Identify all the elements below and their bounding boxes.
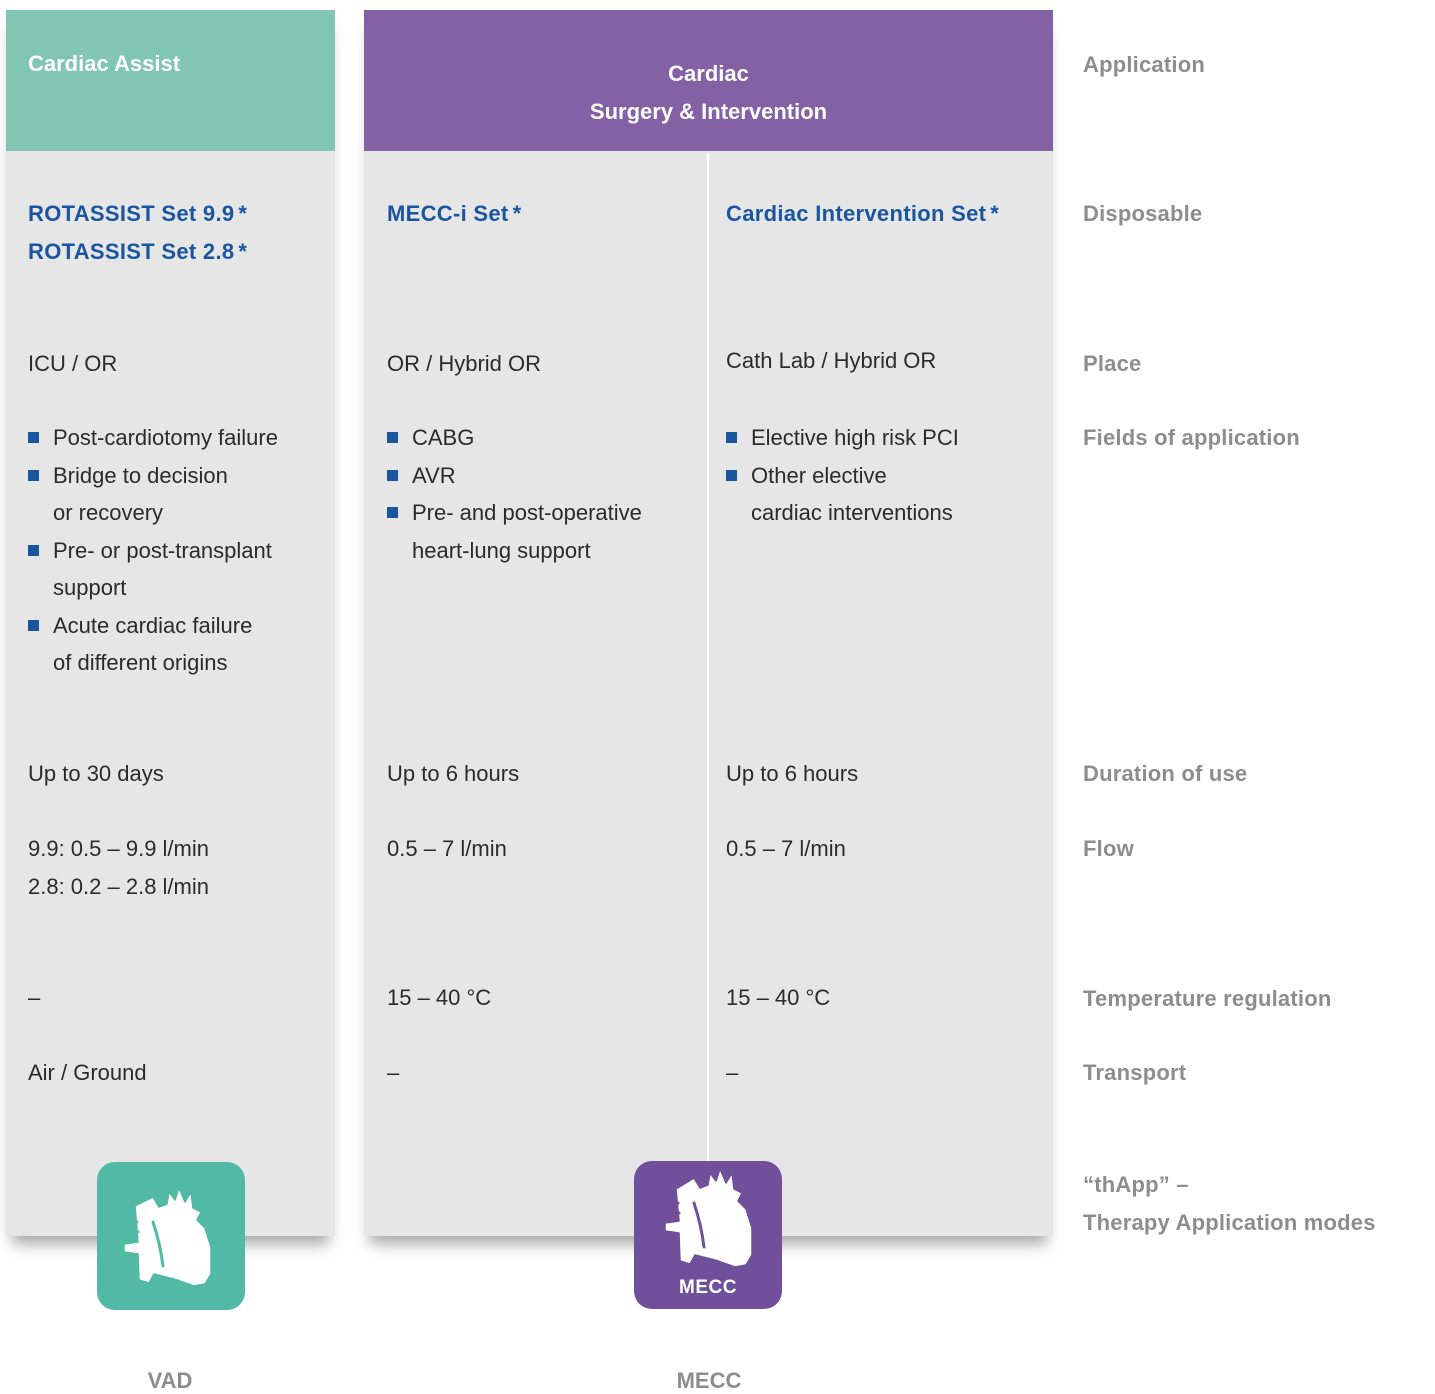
row-label-place: Place (1083, 351, 1142, 376)
list-item: Pre- and post-operative heart-lung suppor… (387, 494, 642, 569)
list-item: Bridge to decision or recovery (28, 457, 278, 532)
duration-assist: Up to 30 days (28, 761, 164, 786)
fields-assist: Post-cardiotomy failure Bridge to decisi… (28, 419, 278, 682)
row-label-temperature: Temperature regulation (1083, 986, 1332, 1011)
place-mecc-i: OR / Hybrid OR (387, 351, 542, 376)
row-label-fields: Fields of application (1083, 425, 1300, 450)
row-label-application: Application (1083, 52, 1205, 77)
column-divider (707, 153, 709, 1236)
transport-assist: Air / Ground (28, 1060, 147, 1085)
mecc-app-icon[interactable]: MECC (634, 1161, 782, 1309)
list-item: Pre- or post-transplant support (28, 532, 278, 607)
transport-mecc-i: – (387, 1060, 400, 1085)
temperature-cardiac-intervention: 15 – 40 °C (726, 985, 831, 1010)
list-item: Other elective cardiac interventions (726, 457, 959, 532)
mecc-badge-label: MECC (679, 1277, 737, 1298)
cardiac-surgery-header: Cardiac Surgery & Intervention (364, 10, 1053, 151)
cardiac-surgery-panel: Cardiac Surgery & Intervention (364, 10, 1053, 1236)
duration-cardiac-intervention: Up to 6 hours (726, 761, 859, 786)
list-item: CABG (387, 419, 642, 457)
list-item: Elective high risk PCI (726, 419, 959, 457)
temperature-mecc-i: 15 – 40 °C (387, 985, 492, 1010)
heart-icon (123, 1187, 212, 1287)
disposable-cardiac-intervention: Cardiac Intervention Set * (726, 201, 1000, 226)
flow-mecc-i: 0.5 – 7 l/min (387, 836, 507, 861)
list-item: AVR (387, 457, 642, 495)
cardiac-assist-title: Cardiac Assist (28, 51, 181, 76)
flow-cardiac-intervention: 0.5 – 7 l/min (726, 836, 846, 861)
disposable-mecc-i: MECC-i Set * (387, 201, 522, 226)
cardiac-surgery-title-line1: Cardiac (668, 61, 749, 86)
flow-assist: 9.9: 0.5 – 9.9 l/min 2.8: 0.2 – 2.8 l/mi… (28, 836, 209, 899)
row-label-thapp: “thApp” – Therapy Application modes (1083, 1172, 1376, 1235)
temperature-assist: – (28, 985, 41, 1010)
place-cardiac-intervention: Cath Lab / Hybrid OR (726, 348, 937, 373)
cardiac-assist-header: Cardiac Assist (6, 10, 335, 151)
transport-cardiac-intervention: – (726, 1060, 739, 1085)
disposable-rotassist: ROTASSIST Set 9.9 * ROTASSIST Set 2.8 * (28, 201, 248, 264)
row-label-transport: Transport (1083, 1060, 1187, 1085)
row-label-flow: Flow (1083, 836, 1134, 861)
cardiac-surgery-title-line2: Surgery & Intervention (589, 99, 828, 124)
fields-cardiac-intervention: Elective high risk PCI Other elective car… (726, 419, 959, 532)
fields-mecc-i: CABG AVR Pre- and post-operative heart-lu… (387, 419, 642, 569)
vad-caption: VAD (147, 1368, 193, 1393)
vad-app-icon[interactable] (97, 1162, 245, 1310)
duration-mecc-i: Up to 6 hours (387, 761, 520, 786)
row-label-disposable: Disposable (1083, 201, 1203, 226)
place-assist: ICU / OR (28, 351, 118, 376)
mecc-caption: MECC (676, 1368, 742, 1393)
list-item: Post-cardiotomy failure (28, 419, 278, 457)
row-label-duration: Duration of use (1083, 761, 1248, 786)
list-item: Acute cardiac failure of different origin… (28, 607, 278, 682)
